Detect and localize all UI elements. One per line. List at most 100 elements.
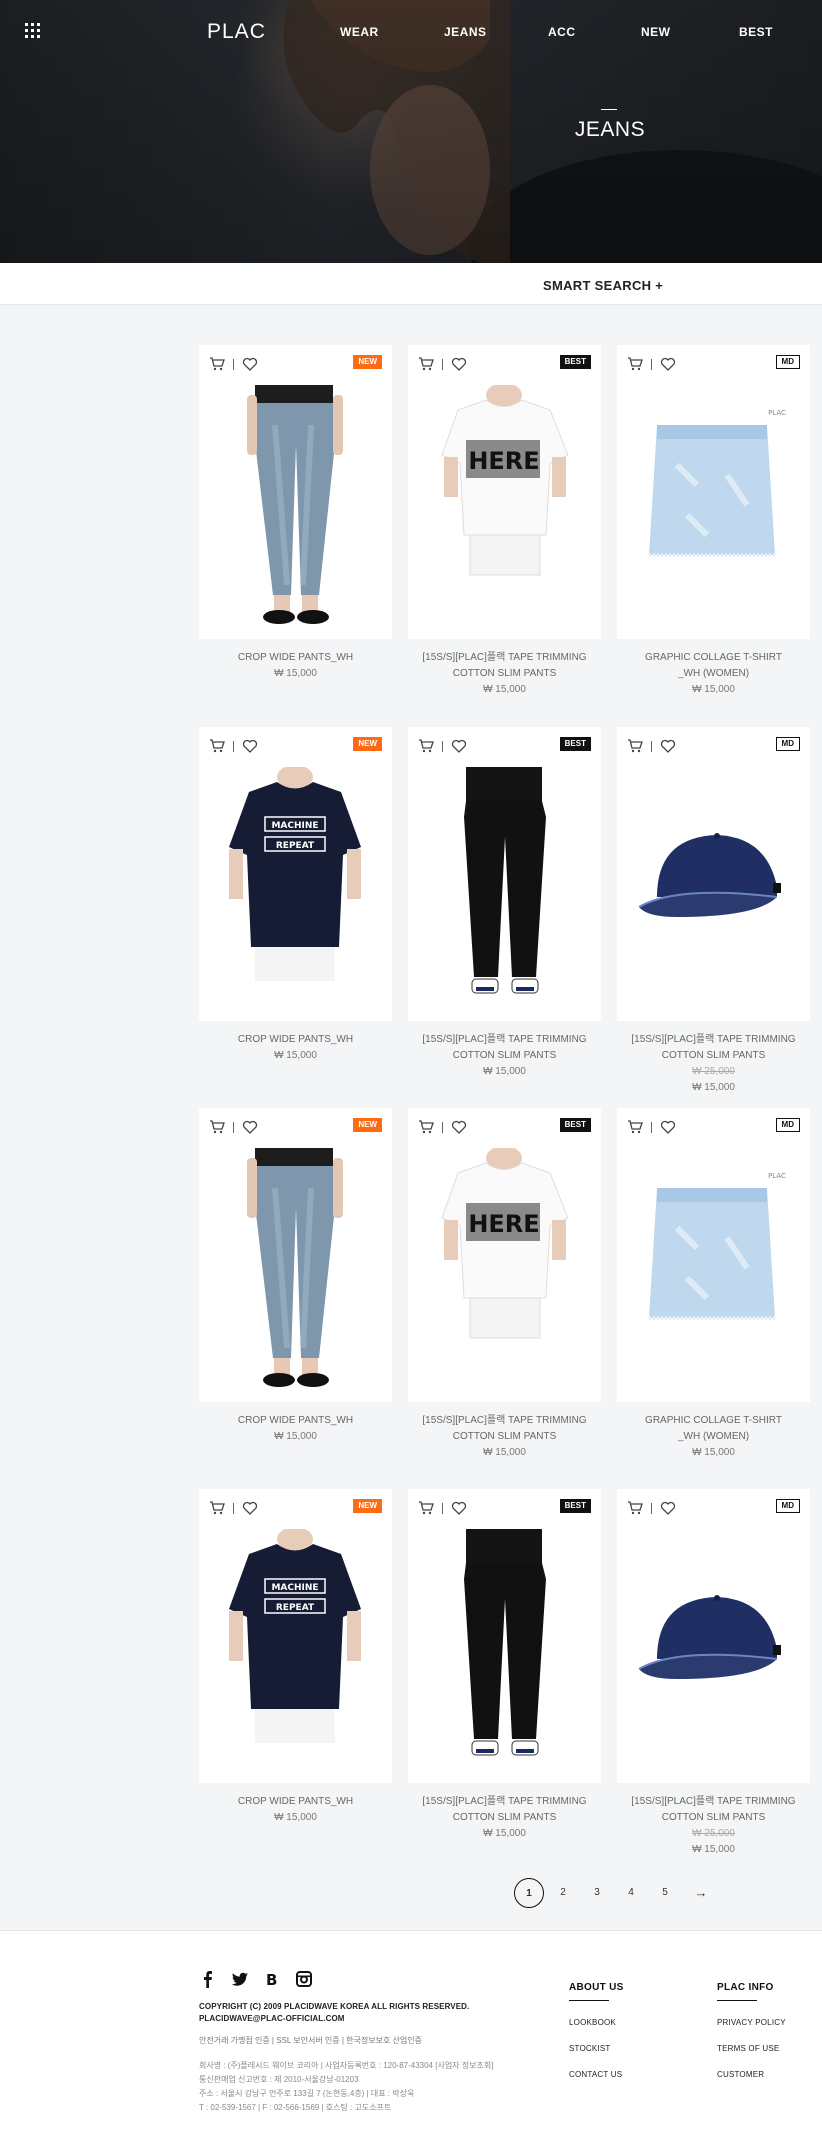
product-name-line2[interactable]: COTTON SLIM PANTS: [408, 1048, 601, 1064]
product-card[interactable]: BEST HERE: [408, 345, 601, 639]
product-card[interactable]: BEST: [408, 1489, 601, 1783]
about-us-column: ABOUT US LOOKBOOK STOCKIST CONTACT US: [569, 1982, 624, 2096]
cart-icon[interactable]: [627, 1501, 643, 1515]
cart-icon[interactable]: [209, 1120, 225, 1134]
instagram-icon[interactable]: [295, 1970, 313, 1988]
product-image[interactable]: [617, 1529, 810, 1783]
heart-icon[interactable]: [242, 1501, 258, 1515]
privacy-policy-link[interactable]: PRIVACY POLICY: [717, 2018, 786, 2027]
cart-icon[interactable]: [418, 1120, 434, 1134]
heart-icon[interactable]: [242, 357, 258, 371]
product-name-line2[interactable]: COTTON SLIM PANTS: [408, 1429, 601, 1445]
product-image[interactable]: PLAC: [617, 1148, 810, 1402]
product-name[interactable]: [15S/S][PLAC]플랙 TAPE TRIMMING: [408, 1794, 601, 1810]
product-name[interactable]: CROP WIDE PANTS_WH: [199, 650, 392, 666]
facebook-icon[interactable]: [199, 1970, 217, 1988]
product-image[interactable]: [199, 1148, 392, 1402]
product-card[interactable]: BEST HERE: [408, 1108, 601, 1402]
product-card[interactable]: MD: [617, 727, 810, 1021]
heart-icon[interactable]: [660, 357, 676, 371]
product-name[interactable]: [15S/S][PLAC]플랙 TAPE TRIMMING: [617, 1794, 810, 1810]
heart-icon[interactable]: [451, 739, 467, 753]
cart-icon[interactable]: [418, 739, 434, 753]
product-card[interactable]: NEW: [199, 1108, 392, 1402]
customer-link[interactable]: CUSTOMER: [717, 2070, 786, 2079]
heart-icon[interactable]: [660, 1120, 676, 1134]
product-image[interactable]: [199, 385, 392, 639]
product-card[interactable]: MD PLAC: [617, 1108, 810, 1402]
company-info: 회사명 : (주)플레시드 웨이브 코리아 | 사업자등록번호 : 120-87…: [199, 2059, 493, 2115]
product-card[interactable]: NEW MACHINE REPEAT: [199, 1489, 392, 1783]
smart-search-toggle[interactable]: SMART SEARCH +: [543, 278, 663, 293]
svg-text:MACHINE: MACHINE: [271, 1583, 318, 1593]
product-image[interactable]: HERE: [408, 385, 601, 639]
cart-icon[interactable]: [627, 357, 643, 371]
product-card[interactable]: NEW: [199, 345, 392, 639]
product-image[interactable]: PLAC: [617, 385, 810, 639]
product-card[interactable]: MD: [617, 1489, 810, 1783]
heart-icon[interactable]: [451, 1120, 467, 1134]
product-image[interactable]: MACHINE REPEAT: [199, 1529, 392, 1783]
product-image[interactable]: [408, 767, 601, 1021]
heart-icon[interactable]: [660, 1501, 676, 1515]
nav-new[interactable]: NEW: [641, 25, 671, 39]
heart-icon[interactable]: [451, 357, 467, 371]
product-name[interactable]: CROP WIDE PANTS_WH: [199, 1032, 392, 1048]
cart-icon[interactable]: [627, 1120, 643, 1134]
product-name[interactable]: [15S/S][PLAC]플랙 TAPE TRIMMING: [408, 1032, 601, 1048]
cart-icon[interactable]: [209, 1501, 225, 1515]
product-name-line2[interactable]: _WH (WOMEN): [617, 1429, 810, 1445]
svg-text:HERE: HERE: [468, 447, 539, 475]
cart-icon[interactable]: [418, 357, 434, 371]
blog-icon[interactable]: B: [263, 1970, 281, 1989]
product-price: ₩ 15,000: [274, 1050, 317, 1061]
product-name[interactable]: [15S/S][PLAC]플랙 TAPE TRIMMING: [617, 1032, 810, 1048]
product-name-line2[interactable]: COTTON SLIM PANTS: [408, 666, 601, 682]
product-name-line2[interactable]: COTTON SLIM PANTS: [617, 1810, 810, 1826]
product-name[interactable]: [15S/S][PLAC]플랙 TAPE TRIMMING: [408, 650, 601, 666]
product-image[interactable]: [408, 1529, 601, 1783]
product-image[interactable]: HERE: [408, 1148, 601, 1402]
action-divider: [442, 358, 443, 370]
product-name[interactable]: GRAPHIC COLLAGE T-SHIRT: [617, 1413, 810, 1429]
product-image[interactable]: MACHINE REPEAT: [199, 767, 392, 1021]
stockist-link[interactable]: STOCKIST: [569, 2044, 624, 2053]
heart-icon[interactable]: [451, 1501, 467, 1515]
product-card[interactable]: MD PLAC: [617, 345, 810, 639]
page-5[interactable]: 5: [650, 1878, 680, 1908]
terms-of-use-link[interactable]: TERMS OF USE: [717, 2044, 786, 2053]
nav-jeans[interactable]: JEANS: [444, 25, 487, 39]
heart-icon[interactable]: [242, 739, 258, 753]
product-card[interactable]: BEST: [408, 727, 601, 1021]
page-3[interactable]: 3: [582, 1878, 612, 1908]
product-name[interactable]: GRAPHIC COLLAGE T-SHIRT: [617, 650, 810, 666]
product-name[interactable]: [15S/S][PLAC]플랙 TAPE TRIMMING: [408, 1413, 601, 1429]
nav-acc[interactable]: ACC: [548, 25, 576, 39]
product-badge: NEW: [353, 1499, 382, 1513]
product-badge: BEST: [559, 1499, 591, 1513]
product-card[interactable]: NEW MACHINE REPEAT: [199, 727, 392, 1021]
nav-wear[interactable]: WEAR: [340, 25, 379, 39]
heart-icon[interactable]: [242, 1120, 258, 1134]
heart-icon[interactable]: [660, 739, 676, 753]
page-2[interactable]: 2: [548, 1878, 578, 1908]
page-1[interactable]: 1: [514, 1878, 544, 1908]
product-name-line2[interactable]: COTTON SLIM PANTS: [617, 1048, 810, 1064]
contact-email[interactable]: PLACIDWAVE@PLAC-OFFICIAL.COM: [199, 2013, 469, 2025]
cart-icon[interactable]: [418, 1501, 434, 1515]
next-page-arrow[interactable]: →: [686, 1878, 716, 1908]
cart-icon[interactable]: [627, 739, 643, 753]
lookbook-link[interactable]: LOOKBOOK: [569, 2018, 624, 2027]
product-name-line2[interactable]: COTTON SLIM PANTS: [408, 1810, 601, 1826]
product-image[interactable]: [617, 767, 810, 1021]
contact-us-link[interactable]: CONTACT US: [569, 2070, 624, 2079]
product-name-line2[interactable]: _WH (WOMEN): [617, 666, 810, 682]
plac-info-column: PLAC INFO PRIVACY POLICY TERMS OF USE CU…: [717, 1982, 786, 2096]
cart-icon[interactable]: [209, 357, 225, 371]
product-name[interactable]: CROP WIDE PANTS_WH: [199, 1413, 392, 1429]
nav-best[interactable]: BEST: [739, 25, 773, 39]
cart-icon[interactable]: [209, 739, 225, 753]
page-4[interactable]: 4: [616, 1878, 646, 1908]
twitter-icon[interactable]: [231, 1970, 249, 1988]
product-name[interactable]: CROP WIDE PANTS_WH: [199, 1794, 392, 1810]
